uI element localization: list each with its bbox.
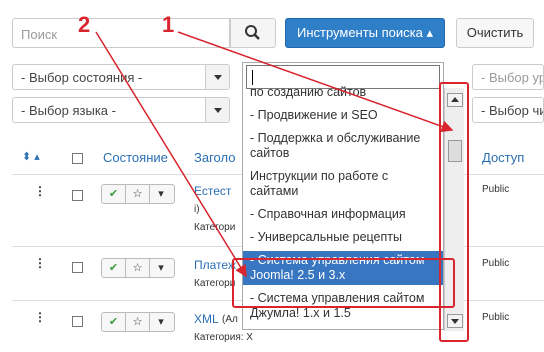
arrow-1 <box>177 31 454 133</box>
arrow-2 <box>95 31 247 278</box>
annotation-arrows <box>95 31 454 278</box>
